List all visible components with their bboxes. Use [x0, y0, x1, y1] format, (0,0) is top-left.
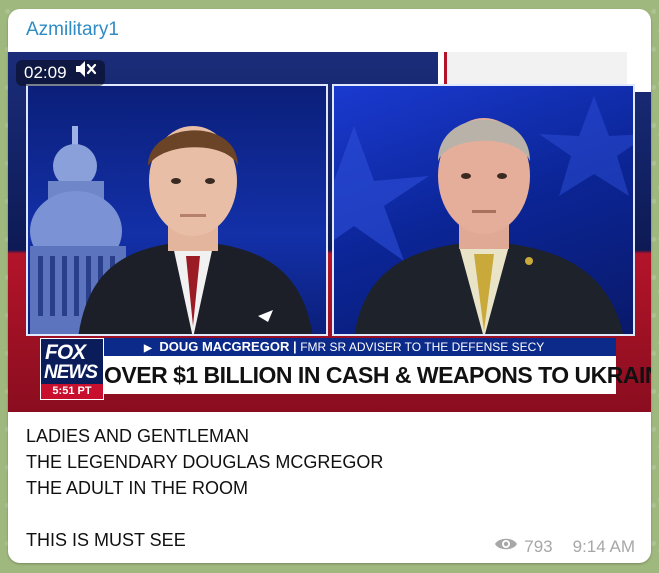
message-bubble: Azmilitary1 02:09 FOX NEWS 5:51 PT ▶ DOU… [8, 9, 651, 563]
video-player[interactable]: 02:09 FOX NEWS 5:51 PT ▶ DOUG MACGREGOR … [8, 52, 651, 412]
studio-wall-panel-inner [444, 52, 627, 86]
host-figure-image [78, 126, 313, 334]
left-video-panel [26, 84, 328, 336]
volume-muted-icon[interactable] [75, 60, 97, 86]
fox-news-logo: FOX NEWS 5:51 PT [40, 338, 104, 400]
headline-bar: OVER $1 BILLION IN CASH & WEAPONS TO UKR… [104, 356, 651, 394]
video-timer[interactable]: 02:09 [16, 60, 105, 86]
guest-name-bar: ▶ DOUG MACGREGOR | FMR SR ADVISER TO THE… [104, 338, 616, 356]
message-time: 9:14 AM [572, 536, 635, 556]
caption-line [26, 501, 383, 527]
message-meta: 793 9:14 AM [494, 536, 635, 557]
news-lower-third: FOX NEWS 5:51 PT ▶ DOUG MACGREGOR | FMR … [40, 338, 651, 400]
channel-name[interactable]: Azmilitary1 [26, 19, 119, 41]
guest-name: DOUG MACGREGOR [159, 339, 290, 354]
caption-line: THE ADULT IN THE ROOM [26, 478, 249, 498]
play-triangle-icon: ▶ [144, 343, 152, 354]
video-duration: 02:09 [24, 63, 67, 82]
guest-figure-image [334, 96, 633, 334]
right-video-panel [332, 84, 635, 336]
caption-line: THIS IS MUST SEE [26, 530, 186, 550]
logo-news-text: NEWS [44, 362, 98, 383]
caption-line: LADIES AND GENTLEMAN [26, 426, 250, 446]
caption-line: THE LEGENDARY DOUGLAS MCGREGOR [26, 452, 384, 472]
broadcast-time: 5:51 PT [41, 384, 103, 399]
message-caption: LADIES AND GENTLEMAN THE LEGENDARY DOUGL… [26, 423, 383, 553]
guest-title: FMR SR ADVISER TO THE DEFENSE SECY [300, 340, 545, 354]
view-count: 793 [524, 536, 553, 556]
eye-icon [494, 536, 518, 557]
